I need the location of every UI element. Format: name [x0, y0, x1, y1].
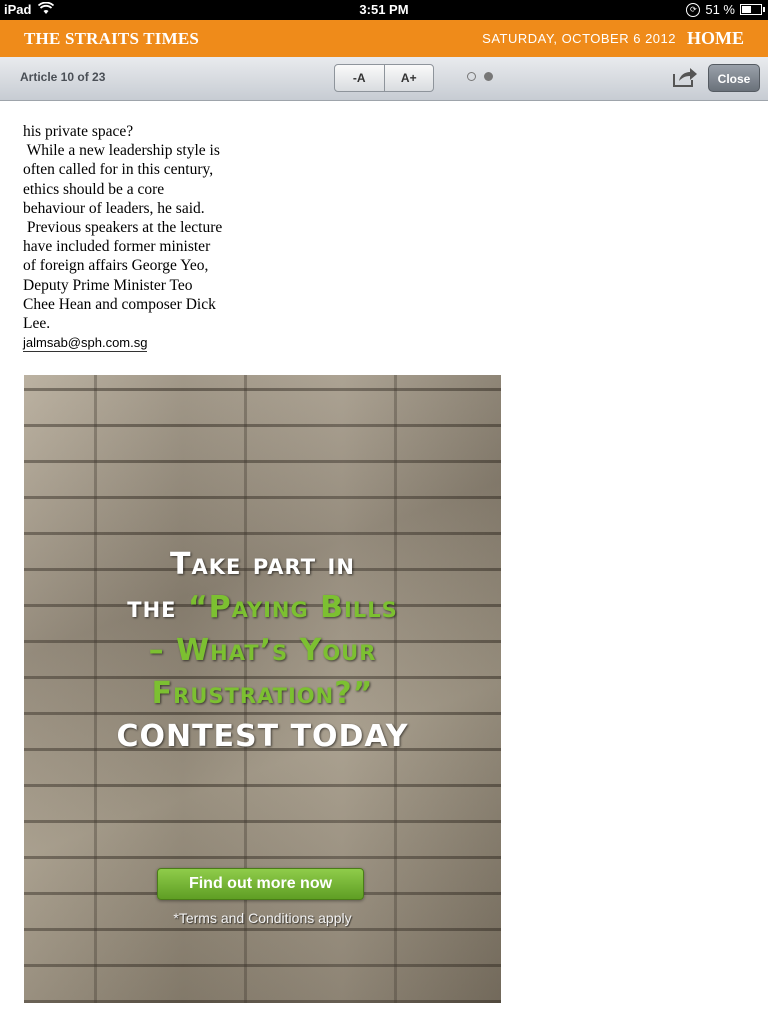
- article-counter: Article 10 of 23: [20, 70, 106, 84]
- article-line: While a new leadership style is: [23, 142, 220, 160]
- terms-note: *Terms and Conditions apply: [173, 910, 352, 926]
- page-dot-2[interactable]: [484, 72, 493, 81]
- article-line: Chee Hean and composer Dick: [23, 295, 216, 313]
- page-dot-1[interactable]: [467, 72, 476, 81]
- masthead: THE STRAITS TIMES SATURDAY, OCTOBER 6 20…: [0, 20, 768, 57]
- close-button[interactable]: Close: [708, 64, 760, 92]
- article-line: of foreign affairs George Yeo,: [23, 257, 209, 275]
- battery-percent: 51 %: [705, 2, 735, 17]
- article-toolbar: Article 10 of 23 -A A+ Close: [0, 57, 768, 101]
- rotation-lock-icon: ⟳: [686, 2, 701, 17]
- headline-line-3: – What’s Your: [148, 633, 377, 668]
- article-line: ethics should be a core: [23, 180, 165, 198]
- advert-headline: Take part in the “Paying Bills – What’s …: [24, 543, 501, 758]
- article-line: his private space?: [23, 123, 134, 140]
- edition-date: SATURDAY, OCTOBER 6 2012: [482, 31, 676, 46]
- font-decrease-button[interactable]: -A: [335, 65, 384, 91]
- share-icon[interactable]: [672, 66, 698, 88]
- article-line: Previous speakers at the lecture: [23, 219, 223, 237]
- battery-icon: [740, 4, 765, 15]
- article-line: behaviour of leaders, he said.: [23, 199, 205, 217]
- article-line: Lee.: [23, 315, 51, 333]
- article-line: often called for in this century,: [23, 161, 214, 179]
- status-bar: iPad 3:51 PM ⟳ 51 %: [0, 0, 768, 20]
- page-indicator[interactable]: [467, 72, 493, 81]
- author-email-link[interactable]: jalmsab@sph.com.sg: [23, 335, 148, 353]
- article-line: have included former minister: [23, 238, 211, 256]
- headline-line-1: Take part in: [170, 547, 355, 582]
- headline-line-2-white: the: [127, 590, 188, 625]
- publication-logo: THE STRAITS TIMES: [24, 29, 200, 48]
- contest-advert[interactable]: Take part in the “Paying Bills – What’s …: [24, 375, 501, 1003]
- home-button[interactable]: HOME: [687, 28, 744, 49]
- headline-line-2-green: “Paying Bills: [187, 590, 398, 625]
- status-time: 3:51 PM: [359, 2, 409, 17]
- font-increase-button[interactable]: A+: [383, 65, 434, 91]
- font-size-control: -A A+: [334, 64, 434, 92]
- article-line: Deputy Prime Minister Teo: [23, 276, 193, 294]
- find-out-more-button[interactable]: Find out more now: [157, 868, 364, 900]
- article-body: his private space? While a new leadershi…: [23, 122, 263, 353]
- headline-line-4: Frustration?”: [151, 676, 374, 711]
- headline-line-5: contest today: [116, 719, 409, 754]
